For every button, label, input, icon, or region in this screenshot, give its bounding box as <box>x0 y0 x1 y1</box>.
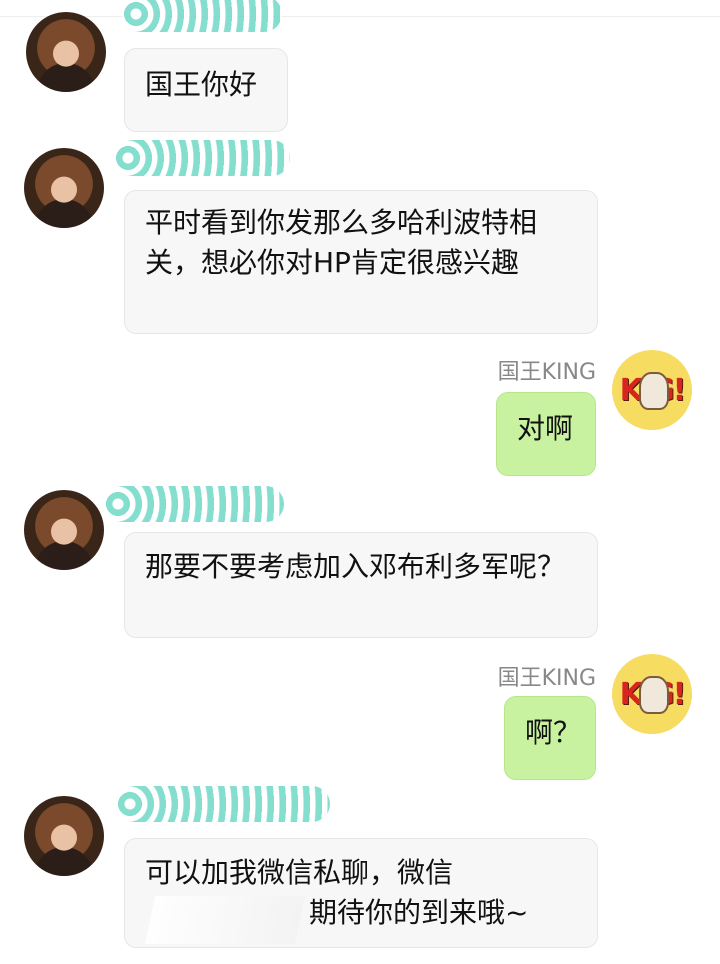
user-avatar-king[interactable]: KIG! <box>612 654 692 734</box>
redaction-mask <box>144 896 306 944</box>
user-avatar-king[interactable]: KIG! <box>612 350 692 430</box>
message-bubble-outgoing[interactable]: 啊？ <box>504 696 596 780</box>
cat-icon <box>639 676 669 714</box>
contact-avatar[interactable] <box>24 796 104 876</box>
contact-avatar[interactable] <box>26 12 106 92</box>
message-bubble-incoming[interactable]: 国王你好 <box>124 48 288 132</box>
message-bubble-outgoing[interactable]: 对啊 <box>496 392 596 476</box>
contact-avatar[interactable] <box>24 148 104 228</box>
cat-icon <box>639 372 669 410</box>
message-text: 对啊 <box>517 412 574 445</box>
sender-name: 国王KING <box>497 360 596 385</box>
sender-name: 国王KING <box>497 666 596 691</box>
message-text: 那要不要考虑加入邓布利多军呢？ <box>145 550 566 583</box>
contact-nickname-redacted <box>116 786 330 822</box>
contact-avatar[interactable] <box>24 490 104 570</box>
message-text: 国王你好 <box>145 68 258 101</box>
top-divider <box>0 16 720 17</box>
contact-nickname-redacted <box>114 140 290 176</box>
message-text: 啊？ <box>525 716 582 749</box>
contact-nickname-redacted <box>104 486 284 522</box>
message-text-line: 可以加我微信私聊，微信 <box>145 856 454 889</box>
contact-nickname-redacted <box>122 0 282 32</box>
message-bubble-incoming[interactable]: 那要不要考虑加入邓布利多军呢？ <box>124 532 598 638</box>
message-text: 平时看到你发那么多哈利波特相关，想必你对HP肯定很感兴趣 <box>145 206 538 279</box>
message-bubble-incoming[interactable]: 平时看到你发那么多哈利波特相关，想必你对HP肯定很感兴趣 <box>124 190 598 334</box>
